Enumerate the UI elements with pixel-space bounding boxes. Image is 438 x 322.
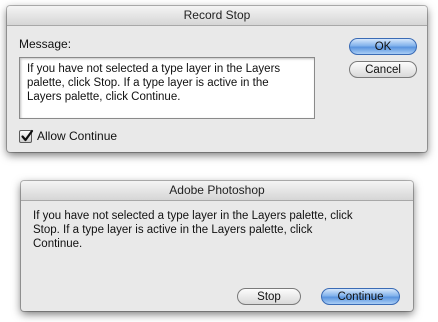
cancel-button[interactable]: Cancel <box>349 61 417 78</box>
dialog-title: Record Stop <box>7 6 427 26</box>
photoshop-alert-dialog: Adobe Photoshop If you have not selected… <box>21 181 413 311</box>
allow-continue-label: Allow Continue <box>37 129 118 143</box>
continue-button[interactable]: Continue <box>321 288 400 305</box>
record-stop-dialog: Record Stop Message: If you have not sel… <box>7 6 427 152</box>
ok-button[interactable]: OK <box>349 38 417 55</box>
dialog-title: Adobe Photoshop <box>21 181 413 201</box>
alert-message: If you have not selected a type layer in… <box>33 210 353 250</box>
stop-button[interactable]: Stop <box>237 288 301 305</box>
message-textarea[interactable]: If you have not selected a type layer in… <box>19 57 315 119</box>
checkmark-icon <box>21 129 34 141</box>
allow-continue-checkbox-row[interactable]: Allow Continue <box>19 128 117 144</box>
allow-continue-checkbox[interactable] <box>19 129 34 143</box>
message-label: Message: <box>19 37 72 51</box>
